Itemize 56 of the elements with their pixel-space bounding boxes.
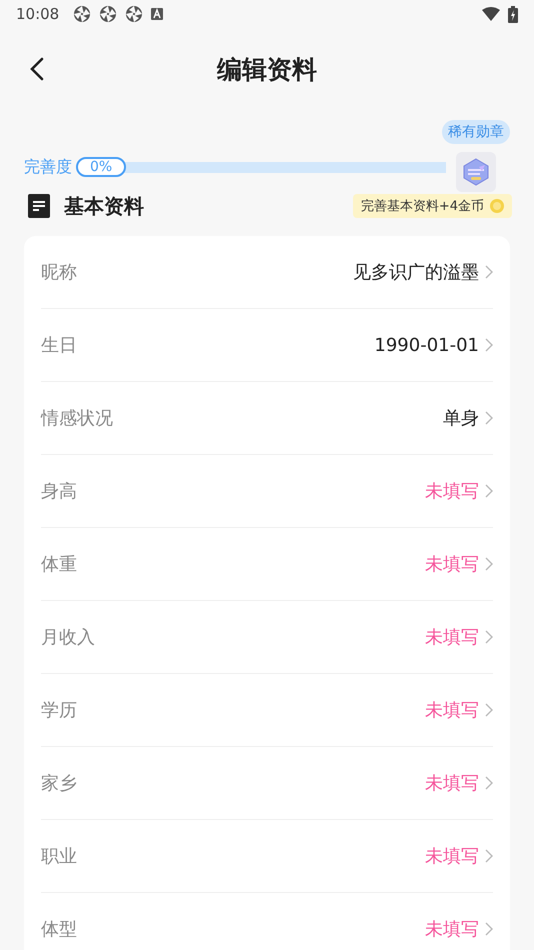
- chevron-icon: [485, 557, 493, 571]
- profile-row[interactable]: 体型 未填写: [41, 893, 493, 950]
- document-icon: [28, 194, 50, 218]
- coin-icon: [490, 199, 504, 213]
- field-value: 未填写: [425, 845, 479, 868]
- field-label: 家乡: [41, 772, 78, 795]
- notification-icon: [73, 5, 92, 23]
- profile-row[interactable]: 体重 未填写: [41, 528, 493, 601]
- field-value: 单身: [443, 407, 479, 430]
- field-label: 职业: [41, 845, 78, 868]
- profile-row[interactable]: 情感状况 单身: [41, 382, 493, 455]
- field-label: 月收入: [41, 626, 96, 649]
- chevron-icon: [485, 338, 493, 352]
- profile-row[interactable]: 昵称 见多识广的溢墨: [41, 236, 493, 309]
- field-label: 生日: [41, 334, 78, 357]
- page-title: 编辑资料: [217, 54, 317, 86]
- profile-row[interactable]: 生日 1990-01-01: [41, 309, 493, 382]
- chevron-icon: [485, 484, 493, 498]
- profile-row[interactable]: 家乡 未填写: [41, 747, 493, 820]
- chevron-icon: [485, 776, 493, 790]
- keyboard-icon: [151, 8, 164, 20]
- badge-tooltip: 稀有勋章: [442, 120, 510, 144]
- field-value: 1990-01-01: [374, 334, 479, 356]
- field-value: 未填写: [425, 772, 479, 795]
- field-value: 未填写: [425, 553, 479, 576]
- battery-icon: [508, 6, 518, 22]
- section-title: 基本资料: [64, 192, 144, 220]
- field-value: 未填写: [425, 626, 479, 649]
- field-value: 未填写: [425, 480, 479, 503]
- wifi-icon: [482, 7, 500, 21]
- profile-row[interactable]: 身高 未填写: [41, 455, 493, 528]
- field-label: 身高: [41, 480, 78, 503]
- profile-row[interactable]: 月收入 未填写: [41, 601, 493, 674]
- field-label: 学历: [41, 699, 78, 722]
- field-value: 未填写: [425, 699, 479, 722]
- medal-icon[interactable]: [456, 152, 496, 192]
- field-label: 情感状况: [41, 407, 114, 430]
- reward-text: 完善基本资料+4金币: [360, 198, 484, 215]
- chevron-icon: [485, 630, 493, 644]
- profile-row[interactable]: 学历 未填写: [41, 674, 493, 747]
- notification-icon: [99, 5, 118, 23]
- field-value: 见多识广的溢墨: [353, 261, 479, 284]
- field-label: 体型: [41, 918, 78, 941]
- field-value: 未填写: [425, 918, 479, 941]
- notification-icon: [125, 5, 144, 23]
- chevron-icon: [485, 849, 493, 863]
- chevron-icon: [485, 922, 493, 936]
- clock-time: 10:08: [16, 5, 60, 23]
- field-label: 体重: [41, 553, 78, 576]
- field-label: 昵称: [41, 261, 78, 284]
- chevron-icon: [485, 703, 493, 717]
- profile-row[interactable]: 职业 未填写: [41, 820, 493, 893]
- progress-reading: 0%: [76, 157, 126, 177]
- chevron-icon: [485, 265, 493, 279]
- chevron-icon: [485, 411, 493, 425]
- progress-label: 完善度: [24, 156, 72, 178]
